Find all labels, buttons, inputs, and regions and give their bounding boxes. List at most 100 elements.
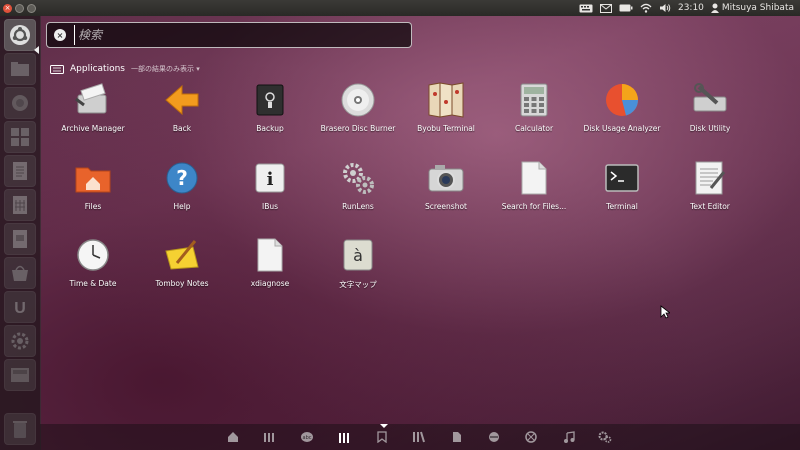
python-lens-icon[interactable] — [487, 430, 501, 444]
app-tile-ibus[interactable]: i IBus — [226, 156, 314, 228]
app-label: Archive Manager — [61, 124, 125, 133]
keyboard-icon[interactable] — [579, 4, 593, 13]
keyboard-category-icon — [50, 64, 64, 74]
svg-text:U: U — [14, 300, 26, 317]
bookmark-lens-icon[interactable] — [375, 430, 389, 444]
app-label: Brasero Disc Burner — [320, 124, 396, 133]
envelope-icon[interactable] — [599, 3, 612, 13]
app-tile-files[interactable]: Files — [49, 156, 137, 228]
app-tile-runlens[interactable]: RunLens — [314, 156, 402, 228]
calc-icon[interactable] — [4, 189, 36, 221]
lens-bar: abc — [40, 424, 800, 450]
app-label: Time & Date — [69, 279, 117, 288]
app-label: Calculator — [514, 124, 554, 133]
dictionary-lens-icon[interactable]: abc — [300, 430, 314, 444]
app-tile-character-map[interactable]: à 文字マップ — [314, 233, 402, 305]
app-label: Terminal — [606, 202, 638, 211]
folder-icon[interactable] — [4, 53, 36, 85]
app-tile-help[interactable]: ? Help — [138, 156, 226, 228]
app-tile-screenshot[interactable]: Screenshot — [402, 156, 490, 228]
writer-icon[interactable] — [4, 155, 36, 187]
app-tile-search-files[interactable]: Search for Files... — [490, 156, 578, 228]
user-menu[interactable]: Mitsuya Shibata — [710, 3, 794, 13]
app-tile-byobu[interactable]: Byobu Terminal — [402, 78, 490, 150]
home-folder-icon — [73, 158, 113, 198]
search-input[interactable] — [74, 25, 411, 45]
firefox-icon[interactable] — [4, 87, 36, 119]
camera-icon — [426, 158, 466, 198]
impress-icon[interactable] — [4, 223, 36, 255]
app-tile-archive-manager[interactable]: Archive Manager — [49, 78, 137, 150]
top-panel: × 23:10 Mitsuya Shibata — [0, 0, 800, 16]
svg-text:i: i — [267, 169, 274, 190]
search-clear-icon[interactable]: × — [54, 29, 66, 41]
music-lens-icon[interactable] — [562, 430, 576, 444]
app-label: Back — [172, 124, 192, 133]
app-tile-text-editor[interactable]: Text Editor — [666, 156, 754, 228]
files-lens-icon[interactable] — [450, 430, 464, 444]
app-tile-brasero[interactable]: Brasero Disc Burner — [314, 78, 402, 150]
gears-icon — [338, 158, 378, 198]
app-label: Tomboy Notes — [155, 279, 209, 288]
active-lens-marker — [380, 424, 388, 428]
app-tile-disk-usage[interactable]: Disk Usage Analyzer — [578, 78, 666, 150]
ubuntu-logo-icon[interactable] — [4, 19, 36, 51]
library-lens-icon[interactable] — [412, 430, 426, 444]
applications-lens-icon[interactable] — [337, 430, 351, 444]
app-label: Files — [84, 202, 102, 211]
app-tile-disk-utility[interactable]: Disk Utility — [666, 78, 754, 150]
workspace-switcher-icon[interactable] — [4, 359, 36, 391]
character-map-icon: à — [338, 235, 378, 275]
app-tile-xdiagnose[interactable]: xdiagnose — [226, 233, 314, 305]
app-tile-back[interactable]: Back — [138, 78, 226, 150]
svg-text:?: ? — [176, 166, 188, 190]
app-label: Text Editor — [690, 202, 730, 211]
trash-icon[interactable] — [4, 413, 36, 445]
app-tile-calculator[interactable]: Calculator — [490, 78, 578, 150]
clock-icon — [73, 235, 113, 275]
software-center-icon[interactable] — [4, 257, 36, 289]
user-name: Mitsuya Shibata — [721, 3, 794, 13]
notes-icon — [162, 235, 202, 275]
battery-icon[interactable] — [619, 4, 633, 12]
backup-safe-icon — [250, 80, 290, 120]
close-button[interactable]: × — [3, 3, 12, 13]
app-label: xdiagnose — [250, 279, 290, 288]
app-tile-backup[interactable]: Backup — [226, 78, 314, 150]
section-note[interactable]: 一部の結果のみ表示 ▾ — [131, 64, 200, 74]
settings-lens-icon[interactable] — [598, 430, 612, 444]
system-settings-icon[interactable] — [4, 325, 36, 357]
blank-document-icon — [514, 158, 554, 198]
ubuntu-one-icon[interactable]: U — [4, 291, 36, 323]
app-label: Search for Files... — [501, 202, 567, 211]
home-lens-icon[interactable] — [226, 430, 240, 444]
section-title: Applications — [70, 64, 125, 74]
chevron-down-icon: ▾ — [196, 65, 200, 73]
back-arrow-icon — [162, 80, 202, 120]
help-icon: ? — [162, 158, 202, 198]
minimize-button[interactable] — [15, 3, 24, 13]
app-label: RunLens — [342, 202, 374, 211]
section-note-text: 一部の結果のみ表示 — [130, 65, 194, 73]
app-tile-terminal[interactable]: Terminal — [578, 156, 666, 228]
maximize-button[interactable] — [27, 3, 36, 13]
svg-text:à: à — [353, 246, 363, 265]
pie-chart-icon — [602, 80, 642, 120]
search-box: × — [46, 22, 412, 48]
wifi-icon[interactable] — [640, 3, 652, 13]
app-tile-tomboy[interactable]: Tomboy Notes — [138, 233, 226, 305]
terminal-icon — [602, 158, 642, 198]
apps-lens-icon[interactable] — [262, 430, 276, 444]
app-label: Disk Utility — [689, 124, 731, 133]
app-label: Help — [173, 202, 191, 211]
calculator-icon — [514, 80, 554, 120]
window-buttons: × — [3, 3, 36, 13]
clock[interactable]: 23:10 — [678, 3, 704, 13]
speaker-icon[interactable] — [659, 3, 671, 13]
app-label: IBus — [261, 202, 279, 211]
workspaces-icon[interactable] — [4, 121, 36, 153]
app-tile-time-date[interactable]: Time & Date — [49, 233, 137, 305]
network-lens-icon[interactable] — [524, 430, 538, 444]
svg-text:abc: abc — [303, 435, 312, 441]
disc-icon — [338, 80, 378, 120]
